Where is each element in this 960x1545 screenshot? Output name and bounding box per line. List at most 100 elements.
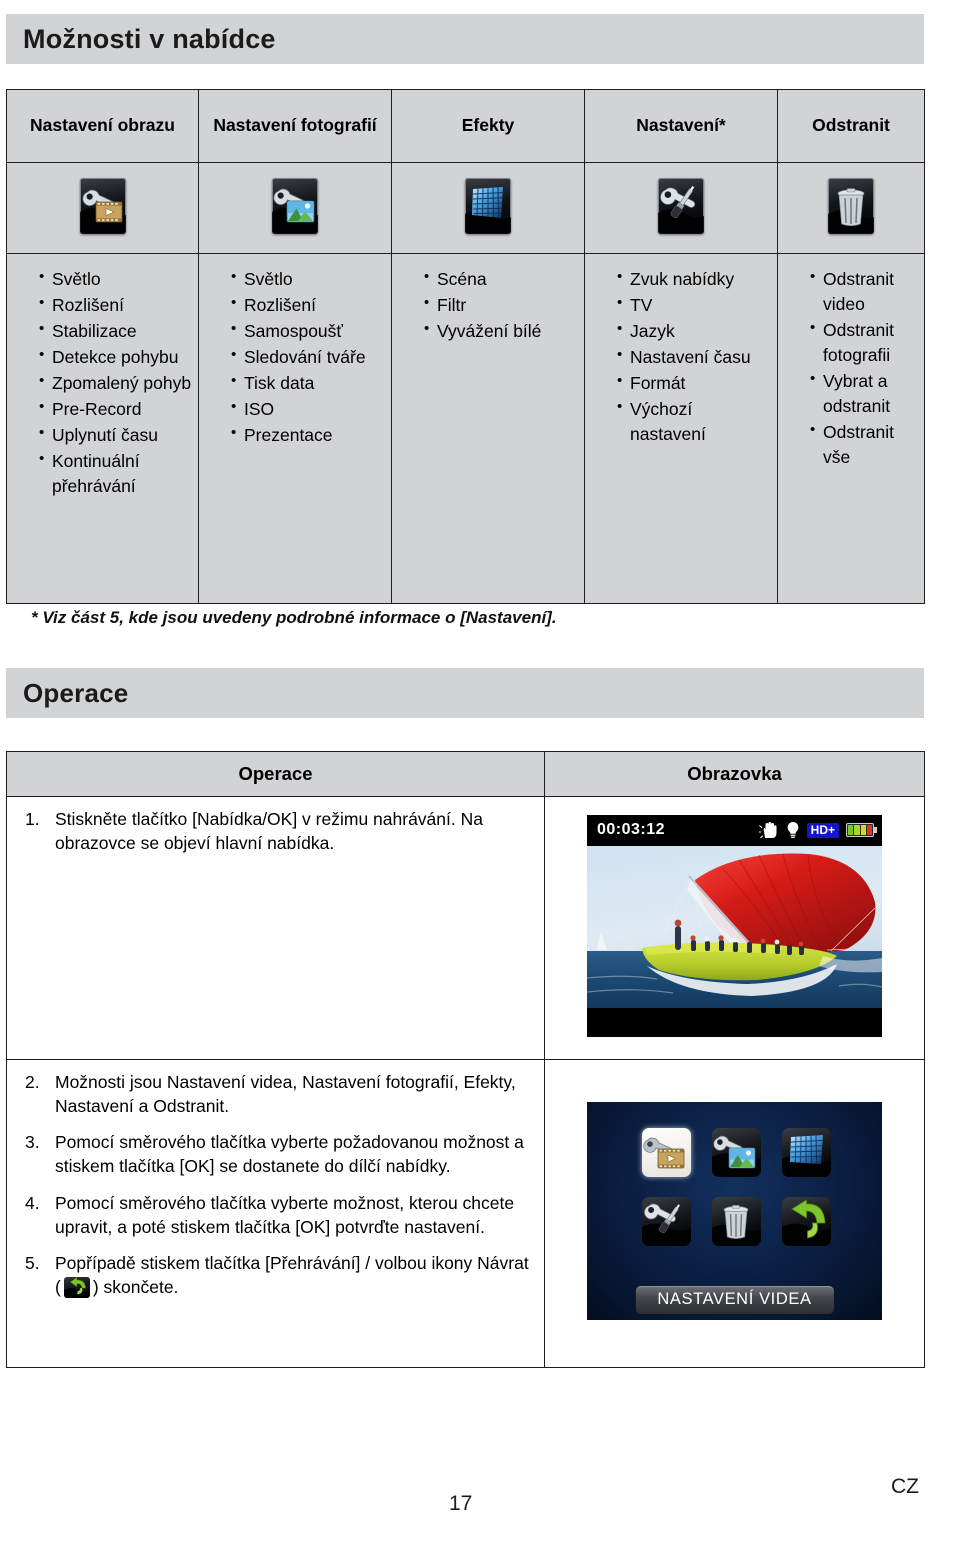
list-item: Tisk data (231, 370, 385, 396)
ops-step-cell-1: 1. Stiskněte tlačítko [Nabídka/OK] v reži… (6, 796, 545, 1060)
list-item: Filtr (424, 292, 578, 318)
step-text: Stiskněte tlačítko [Nabídka/OK] v režimu… (55, 809, 483, 854)
icon-cell-nastaveni (584, 162, 778, 254)
list-item: Rozlišení (39, 292, 192, 318)
option-list-cell-efekty: Scéna Filtr Vyvážení bílé (391, 253, 585, 604)
operations-table: Operace Obrazovka 1. Stiskněte tlačítko [… (6, 751, 925, 1368)
video-settings-icon (79, 177, 126, 234)
list-item: TV (617, 292, 771, 318)
osd-status-bar: 00:03:12 HD+ (587, 814, 882, 846)
menu-icon-effects[interactable] (781, 1128, 831, 1177)
menu-options-table: Nastavení obrazu Nastavení fotografií Ef… (6, 89, 925, 604)
camera-menu-screen: NASTAVENÍ VIDEA (587, 1102, 882, 1320)
battery-icon (846, 823, 877, 837)
camera-menu-grid (631, 1128, 841, 1246)
list-item: Sledování tváře (231, 344, 385, 370)
step-number: 3. (25, 1132, 40, 1153)
step-number: 1. (25, 809, 40, 829)
list-item: Jazyk (617, 318, 771, 344)
list-item: Nastavení času (617, 344, 771, 370)
list-item: Zvuk nabídky (617, 266, 771, 292)
column-header-nastaveni-fotografii: Nastavení fotografií (198, 89, 392, 163)
list-item: Stabilizace (39, 318, 192, 344)
sailing-yacht-photo (587, 845, 882, 1008)
list-item: ISO (231, 396, 385, 422)
list-item: Scéna (424, 266, 578, 292)
list-item: Výchozí nastavení (617, 396, 771, 447)
step-list-1: 1. Stiskněte tlačítko [Nabídka/OK] v reži… (21, 807, 530, 855)
language-code: CZ (891, 1475, 919, 1498)
list-item: 1. Stiskněte tlačítko [Nabídka/OK] v reži… (21, 807, 530, 855)
menu-icon-settings[interactable] (641, 1197, 691, 1246)
option-list-nastaveni: Zvuk nabídky TV Jazyk Nastavení času For… (591, 266, 771, 447)
ops-step-cell-2: 2. Možnosti jsou Nastavení videa, Nastave… (6, 1059, 545, 1368)
list-item: Zpomalený pohyb (39, 370, 192, 396)
list-item: Uplynutí času (39, 422, 192, 448)
menu-icon-delete[interactable] (711, 1197, 761, 1246)
list-item: Formát (617, 370, 771, 396)
list-item: 5. Popřípadě stiskem tlačítka [Přehrávání… (21, 1251, 530, 1299)
page-number: 17 (449, 1492, 473, 1515)
step-number: 2. (25, 1072, 40, 1092)
osd-indicator-group: HD+ (758, 821, 877, 840)
list-item: 4. Pomocí směrového tlačítka vyberte možn… (21, 1191, 530, 1239)
options-header-row: Nastavení obrazu Nastavení fotografií Ef… (6, 89, 925, 163)
ops-column-header-obrazovka: Obrazovka (544, 751, 925, 797)
options-icon-row (6, 162, 925, 254)
list-item: Rozlišení (231, 292, 385, 318)
list-item: Světlo (231, 266, 385, 292)
icon-cell-nastaveni-obrazu (6, 162, 199, 254)
icon-cell-nastaveni-fotografii (198, 162, 392, 254)
option-list-efekty: Scéna Filtr Vyvážení bílé (398, 266, 578, 344)
ops-column-header-operace: Operace (6, 751, 545, 797)
step-number: 4. (25, 1192, 40, 1213)
step-text: Pomocí směrového tlačítka vyberte možnos… (55, 1192, 515, 1237)
effects-icon (465, 177, 511, 234)
column-header-odstranit: Odstranit (777, 89, 925, 163)
list-item: Světlo (39, 266, 192, 292)
menu-selected-label: NASTAVENÍ VIDEA (635, 1286, 834, 1314)
operace-banner: Operace (6, 668, 924, 718)
operations-header-row: Operace Obrazovka (6, 751, 925, 797)
options-list-row: Světlo Rozlišení Stabilizace Detekce poh… (6, 253, 925, 604)
recording-timecode: 00:03:12 (597, 821, 666, 838)
list-item: Odstranit video (810, 266, 918, 317)
option-list-cell-nastaveni-obrazu: Světlo Rozlišení Stabilizace Detekce poh… (6, 253, 199, 604)
icon-cell-efekty (391, 162, 585, 254)
step-text-after: ) skončete. (92, 1276, 179, 1297)
quality-badge: HD+ (806, 822, 839, 838)
list-item: Samospoušť (231, 318, 385, 344)
lightbulb-icon (787, 821, 799, 838)
list-item: Detekce pohybu (39, 344, 192, 370)
footnote-text: * Viz část 5, kde jsou uvedeny podrobné … (31, 608, 557, 627)
menu-icon-video-settings[interactable] (641, 1128, 691, 1177)
list-item: Odstranit vše (810, 419, 918, 470)
column-header-nastaveni-obrazu: Nastavení obrazu (6, 89, 199, 163)
menu-options-banner: Možnosti v nabídce (6, 14, 924, 64)
trash-icon (828, 177, 874, 234)
list-item: Kontinuální přehrávání (39, 448, 192, 499)
step-text: Pomocí směrového tlačítka vyberte požado… (55, 1132, 524, 1177)
camera-lcd-preview: 00:03:12 HD+ (587, 814, 882, 1037)
ops-screen-cell-2: NASTAVENÍ VIDEA (544, 1059, 925, 1368)
list-item: Odstranit fotografii (810, 317, 918, 368)
menu-icon-return[interactable] (781, 1197, 831, 1246)
column-header-efekty: Efekty (391, 89, 585, 163)
option-list-nastaveni-fotografii: Světlo Rozlišení Samospoušť Sledování tv… (205, 266, 385, 448)
operace-title: Operace (23, 677, 129, 708)
option-list-cell-nastaveni-fotografii: Světlo Rozlišení Samospoušť Sledování tv… (198, 253, 392, 604)
settings-icon (658, 177, 704, 234)
hand-stabilization-icon (758, 822, 777, 839)
list-item: Vyvážení bílé (424, 318, 578, 344)
option-list-cell-nastaveni: Zvuk nabídky TV Jazyk Nastavení času For… (584, 253, 778, 604)
ops-screen-cell-1: 00:03:12 HD+ (544, 796, 925, 1060)
menu-icon-photo-settings[interactable] (711, 1128, 761, 1177)
icon-cell-odstranit (777, 162, 925, 254)
page-title: Možnosti v nabídce (23, 23, 276, 54)
step-number: 5. (25, 1252, 40, 1273)
operations-row-2: 2. Možnosti jsou Nastavení videa, Nastave… (6, 1059, 925, 1368)
step-text: Možnosti jsou Nastavení videa, Nastavení… (55, 1072, 516, 1117)
list-item: 3. Pomocí směrového tlačítka vyberte poža… (21, 1130, 530, 1178)
photo-settings-icon (272, 177, 318, 234)
list-item: 2. Možnosti jsou Nastavení videa, Nastave… (21, 1070, 530, 1118)
